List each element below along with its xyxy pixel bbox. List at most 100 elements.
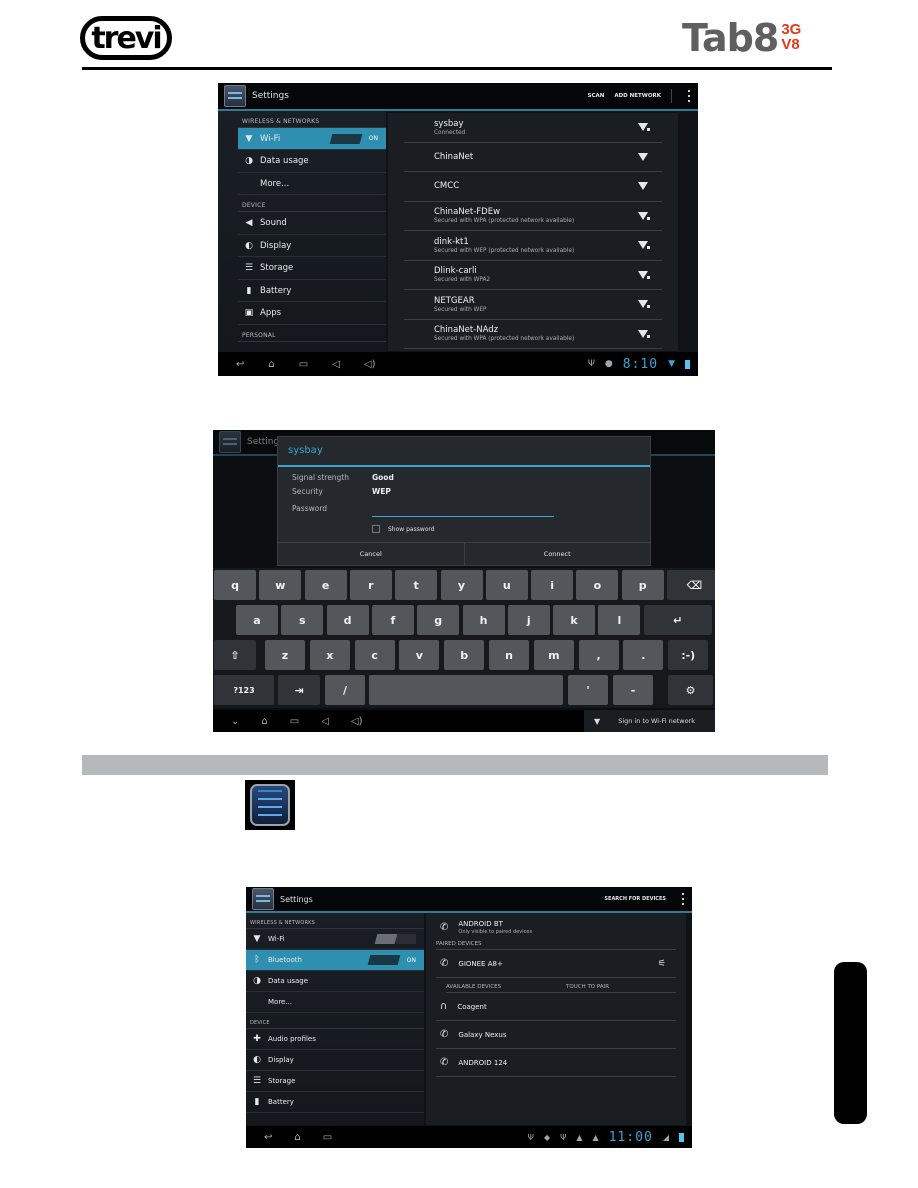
cancel-button[interactable]: Cancel — [278, 543, 464, 565]
sidebar-item-data-usage[interactable]: ◑ Data usage — [246, 971, 424, 993]
volume-down-icon[interactable]: ◁ — [332, 359, 340, 370]
key-shift[interactable]: ⇧ — [214, 640, 256, 670]
bluetooth-device-item[interactable]: ✆ GIONEE A8+ ⚟ — [436, 950, 676, 978]
recent-apps-icon[interactable]: ▭ — [299, 359, 308, 370]
bluetooth-device-item[interactable]: ✆ Galaxy Nexus — [436, 1021, 676, 1049]
key-slash[interactable]: / — [325, 675, 365, 705]
key-dash[interactable]: - — [613, 675, 653, 705]
key-apostrophe[interactable]: ' — [568, 675, 608, 705]
bluetooth-device-item[interactable]: ✆ ANDROID 124 — [436, 1049, 676, 1077]
wifi-network-item[interactable]: CMCC — [404, 172, 662, 202]
wifi-network-item[interactable]: sysbay Connected — [404, 113, 662, 143]
key-backspace[interactable]: ⌫ — [667, 570, 715, 600]
key-l[interactable]: l — [598, 605, 641, 635]
key-n[interactable]: n — [489, 640, 529, 670]
toggle-switch[interactable]: ON — [329, 133, 378, 144]
show-password-checkbox[interactable] — [372, 525, 380, 533]
key-a[interactable]: a — [236, 605, 278, 635]
key-k[interactable]: k — [553, 605, 596, 635]
settings-icon — [245, 780, 295, 830]
key-w[interactable]: w — [259, 570, 302, 600]
settings-app-icon[interactable] — [224, 85, 246, 107]
sidebar-item-storage[interactable]: ☰ Storage — [246, 1071, 424, 1093]
search-for-devices-button[interactable]: SEARCH FOR DEVICES — [604, 896, 666, 902]
key-period[interactable]: . — [623, 640, 664, 670]
overflow-menu-icon[interactable] — [682, 893, 684, 905]
wifi-network-item[interactable]: ChinaNet-FDEw Secured with WPA (protected… — [404, 202, 662, 231]
key-m[interactable]: m — [533, 640, 574, 670]
wifi-network-item[interactable]: ChinaNet — [404, 143, 662, 172]
toggle-switch[interactable]: ON — [367, 955, 416, 966]
sidebar-item-display[interactable]: ◐ Display — [238, 235, 386, 258]
volume-down-icon[interactable]: ◁ — [321, 716, 329, 727]
key-space[interactable] — [369, 675, 563, 705]
this-device-row[interactable]: ✆ ANDROID BT Only visible to paired devi… — [436, 913, 676, 941]
home-icon[interactable]: ⌂ — [294, 1132, 300, 1143]
key-o[interactable]: o — [576, 570, 619, 600]
key-t[interactable]: t — [395, 570, 438, 600]
sidebar-item-data-usage[interactable]: ◑ Data usage — [238, 150, 386, 173]
key-v[interactable]: v — [399, 640, 440, 670]
sidebar-item-wi-fi[interactable]: ▼ Wi-Fi — [246, 929, 424, 951]
key-b[interactable]: b — [444, 640, 485, 670]
key-r[interactable]: r — [349, 570, 392, 600]
sidebar-item-battery[interactable]: ▮ Battery — [238, 280, 386, 303]
key-u[interactable]: u — [485, 570, 528, 600]
password-input[interactable] — [372, 504, 554, 517]
key-symbols[interactable]: ?123 — [214, 675, 274, 705]
key-s[interactable]: s — [281, 605, 324, 635]
device-settings-icon[interactable]: ⚟ — [658, 959, 666, 969]
wifi-network-item[interactable]: ChinaNet-NAdz Secured with WPA (protected… — [404, 320, 662, 349]
scan-button[interactable]: SCAN — [587, 93, 604, 99]
home-icon[interactable]: ⌂ — [268, 359, 274, 370]
key-q[interactable]: q — [214, 570, 256, 600]
settings-app-icon[interactable] — [252, 888, 274, 910]
key-g[interactable]: g — [417, 605, 460, 635]
key-f[interactable]: f — [371, 605, 414, 635]
key-p[interactable]: p — [621, 570, 664, 600]
wifi-network-item[interactable]: Dlink-carli Secured with WPA2 — [404, 261, 662, 290]
key-d[interactable]: d — [326, 605, 369, 635]
sidebar-item-more[interactable]: More... — [246, 992, 424, 1014]
key-j[interactable]: j — [507, 605, 550, 635]
sidebar-item-battery[interactable]: ▮ Battery — [246, 1092, 424, 1114]
hide-keyboard-icon[interactable]: ⌄ — [231, 716, 239, 727]
sidebar-item-storage[interactable]: ☰ Storage — [238, 257, 386, 280]
overflow-menu-icon[interactable] — [688, 90, 690, 102]
security-label: Security — [292, 487, 323, 496]
add-network-button[interactable]: ADD NETWORK — [614, 93, 661, 99]
bluetooth-device-item[interactable]: ∩ Coagent — [436, 993, 676, 1021]
volume-up-icon[interactable]: ◁) — [364, 359, 376, 370]
volume-up-icon[interactable]: ◁) — [351, 716, 363, 727]
sidebar-item-bluetooth[interactable]: ᛒ Bluetooth ON — [246, 950, 424, 972]
sidebar-item-more[interactable]: More... — [238, 173, 386, 196]
key-settings[interactable]: ⚙ — [668, 675, 713, 705]
home-icon[interactable]: ⌂ — [261, 716, 267, 727]
back-icon[interactable]: ↩ — [236, 359, 244, 370]
key-z[interactable]: z — [265, 640, 305, 670]
sidebar-item-sound[interactable]: ◀ Sound — [238, 212, 386, 235]
toggle-switch[interactable] — [374, 934, 416, 945]
key-h[interactable]: h — [462, 605, 505, 635]
recent-apps-icon[interactable]: ▭ — [290, 716, 299, 727]
key-comma[interactable]: , — [578, 640, 619, 670]
key-tab[interactable]: ⇥ — [278, 675, 320, 705]
wifi-sign-in-notification[interactable]: Sign in to Wi-Fi network — [618, 717, 695, 725]
sidebar-item-apps[interactable]: ▣ Apps — [238, 302, 386, 325]
key-c[interactable]: c — [354, 640, 395, 670]
back-icon[interactable]: ↩ — [264, 1132, 272, 1143]
sidebar-item-display[interactable]: ◐ Display — [246, 1050, 424, 1072]
key-e[interactable]: e — [304, 570, 347, 600]
key-y[interactable]: y — [440, 570, 483, 600]
sidebar-item-wi-fi[interactable]: ▼ Wi-Fi ON — [238, 127, 386, 151]
key-i[interactable]: i — [531, 570, 574, 600]
connect-button[interactable]: Connect — [463, 543, 651, 565]
key-x[interactable]: x — [309, 640, 350, 670]
recent-apps-icon[interactable]: ▭ — [323, 1132, 332, 1143]
wifi-network-item[interactable]: NETGEAR Secured with WEP — [404, 290, 662, 320]
key-enter[interactable]: ↵ — [643, 605, 712, 635]
wifi-network-item[interactable]: dink-kt1 Secured with WEP (protected netw… — [404, 231, 662, 261]
key-smiley[interactable]: :-) — [668, 640, 709, 670]
bluetooth-panel: ✆ ANDROID BT Only visible to paired devi… — [426, 913, 686, 1125]
sidebar-item-audio-profiles[interactable]: ✚ Audio profiles — [246, 1029, 424, 1051]
